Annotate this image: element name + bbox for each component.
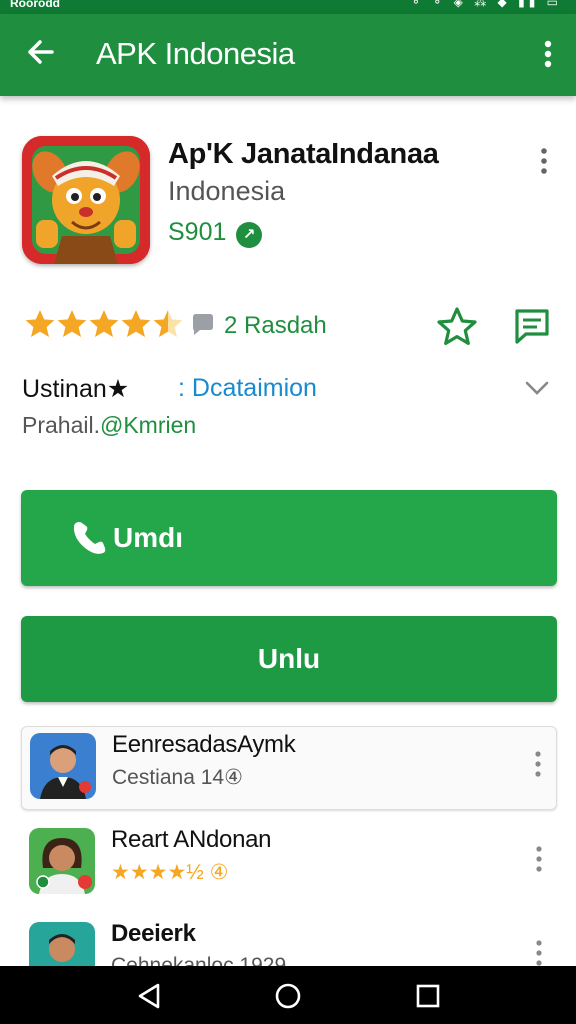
rating-row: 2 Rasdah — [0, 302, 576, 352]
star-icon — [57, 310, 87, 337]
list-item[interactable]: Reart ANdonan ★★★★½ ④ — [21, 822, 557, 906]
rating-count: 2 Rasdah — [224, 312, 327, 339]
recents-square-icon[interactable] — [413, 981, 443, 1011]
status-icons: ⚬ ⚬ ◈ ⁂ ◆ ▮▮ ▭ — [410, 0, 562, 9]
list-item[interactable]: EenresadasAymk Cestiana 14④ — [21, 726, 557, 810]
phone-icon — [73, 522, 106, 554]
chevron-down-icon[interactable] — [524, 376, 550, 400]
list-item-subtitle-text: ★★★★½ ④ — [111, 861, 229, 884]
star-icon — [121, 310, 151, 337]
app-bar: APK Indonesia — [0, 14, 576, 96]
list-item-title: EenresadasAymk — [112, 731, 296, 758]
more-vert-icon[interactable] — [533, 938, 545, 968]
more-vert-icon[interactable] — [533, 844, 545, 874]
more-vert-icon[interactable] — [532, 749, 544, 779]
secondary-action-button[interactable]: Unlu — [21, 616, 557, 702]
app-region: Indonesia — [168, 176, 286, 206]
star-icon — [89, 310, 119, 337]
app-logo-icon[interactable] — [22, 136, 150, 264]
status-time: Roorodd — [10, 0, 60, 10]
comment-icon — [193, 314, 213, 335]
info-row[interactable]: Ustinan★ : Dcataimion Prahail.@Kmrien — [0, 368, 576, 448]
info-sub: Prahail.@Kmrien — [22, 412, 196, 439]
list-item-title: Deeierk — [111, 920, 196, 947]
home-circle-icon[interactable] — [273, 981, 303, 1011]
more-vert-icon[interactable] — [538, 36, 558, 72]
rating-stars — [25, 310, 183, 337]
secondary-action-label: Unlu — [257, 643, 321, 674]
app-name: Ap'K JanataIndanaa — [168, 138, 439, 170]
back-triangle-icon[interactable] — [134, 981, 164, 1011]
list-item-title: Reart ANdonan — [111, 826, 272, 853]
trending-badge-icon: ↗ — [236, 222, 262, 248]
primary-action-label: Umdı — [113, 522, 183, 553]
star-outline-icon[interactable] — [436, 306, 478, 348]
message-icon[interactable] — [512, 306, 552, 346]
woman-avatar-icon — [29, 828, 95, 894]
star-icon — [25, 310, 55, 337]
primary-action-button[interactable]: Umdı — [21, 490, 557, 586]
info-sub-value[interactable]: @Kmrien — [100, 412, 196, 438]
list-item-subtitle: ★★★★½ ④ — [111, 860, 228, 885]
app-bar-title: APK Indonesia — [96, 36, 295, 71]
info-sub-prefix: Prahail. — [22, 412, 100, 438]
list-item-subtitle: Cestiana 14④ — [112, 766, 243, 789]
info-label: Ustinan★ — [22, 375, 130, 403]
half-star-icon — [153, 310, 183, 337]
system-nav-bar — [0, 966, 576, 1024]
info-link[interactable]: : Dcataimion — [178, 374, 317, 403]
status-bar: Roorodd ⚬ ⚬ ◈ ⁂ ◆ ▮▮ ▭ — [0, 0, 576, 14]
app-code: S901 — [168, 218, 227, 246]
app-header: Ap'K JanataIndanaa Indonesia S901 ↗ — [0, 120, 576, 280]
man-avatar-icon — [30, 733, 96, 799]
arrow-left-icon[interactable] — [22, 34, 58, 70]
more-vert-icon[interactable] — [538, 146, 550, 176]
